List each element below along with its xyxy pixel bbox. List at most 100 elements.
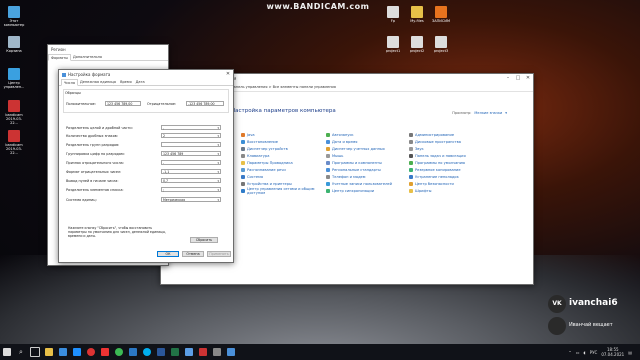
leading-zero-select[interactable]: 0,7 ▾ <box>161 178 221 183</box>
row-label: Система единиц: <box>66 198 97 202</box>
reset-button[interactable]: Сбросить <box>190 237 218 243</box>
notifications-icon[interactable]: ▤ <box>628 350 632 355</box>
cp-item[interactable]: Восстановление <box>241 138 319 145</box>
desktop-icon-my-files[interactable]: My-files <box>406 6 428 23</box>
search-button[interactable]: ⌕ <box>14 344 28 360</box>
chevron-down-icon: ▾ <box>217 152 219 156</box>
cp-item[interactable]: Дисковые пространства <box>409 138 509 145</box>
file-icon <box>387 6 399 18</box>
cp-item[interactable]: Центр управления сетями и общим доступом <box>241 187 319 195</box>
ok-button[interactable]: ОК <box>157 251 179 257</box>
default-programs-icon <box>409 160 413 165</box>
taskbar-app-chrome[interactable] <box>112 344 126 360</box>
cp-item[interactable]: Шрифты <box>409 187 509 194</box>
cp-item[interactable]: Резервное копирование <box>409 166 509 173</box>
cp-item[interactable]: Дата и время <box>326 138 406 145</box>
cp-item[interactable]: Центр безопасности <box>409 180 509 187</box>
desktop-icon-recycle-bin[interactable]: Корзина <box>3 36 25 53</box>
close-button[interactable]: ✕ <box>523 74 533 83</box>
cp-item[interactable]: Автозапуск <box>326 131 406 138</box>
chevron-up-icon[interactable]: ⌃ <box>568 350 571 355</box>
cancel-button[interactable]: Отмена <box>182 251 204 257</box>
desktop-icon-control-center[interactable]: Центр управлен... <box>3 68 25 89</box>
start-button[interactable] <box>0 344 14 360</box>
desktop-icon-fp[interactable]: Fp <box>382 6 404 23</box>
decimal-separator-select[interactable]: , ▾ <box>161 125 221 130</box>
cp-item[interactable]: Мышь <box>326 152 406 159</box>
taskbar-app-yandex[interactable] <box>98 344 112 360</box>
desktop-icon-bandicam-1[interactable]: bandicam 2019-03-22... <box>3 100 25 125</box>
taskbar-app-settings[interactable] <box>210 344 224 360</box>
decimal-digits-select[interactable]: 2 ▾ <box>161 133 221 138</box>
tab-time[interactable]: Время <box>118 79 134 85</box>
negative-format-select[interactable]: -1,1 ▾ <box>161 169 221 174</box>
apply-button[interactable]: Применить <box>207 251 231 257</box>
measurement-system-select[interactable]: Метрическая ▾ <box>161 197 221 202</box>
tab-numbers[interactable]: Числа <box>61 79 78 86</box>
view-value: Мелкие значки <box>474 111 503 115</box>
cp-item[interactable]: Программы и компоненты <box>326 159 406 166</box>
volume-icon[interactable]: ◖ <box>584 350 586 355</box>
maximize-button[interactable]: □ <box>513 74 523 83</box>
cp-item[interactable]: Клавиатура <box>241 152 319 159</box>
taskbar-app-opera[interactable] <box>84 344 98 360</box>
desktop-icon-project2[interactable]: project2 <box>406 36 428 53</box>
taskbar-app-store[interactable] <box>56 344 70 360</box>
cp-item[interactable]: Параметры Проводника <box>241 159 319 166</box>
desktop-icon-bandicam-2[interactable]: bandicam 2019-03-22... <box>3 130 25 155</box>
cp-item[interactable]: Центр синхронизации <box>326 187 406 194</box>
network-icon[interactable]: ▭ <box>576 350 580 355</box>
bandicam-watermark: www.BANDICAM.com <box>266 2 370 11</box>
taskbar-app-controlpanel[interactable] <box>224 344 238 360</box>
task-view-button[interactable] <box>28 344 42 360</box>
cp-item[interactable]: Учетные записи пользователей <box>326 180 406 187</box>
cp-item[interactable]: Региональные стандарты <box>326 166 406 173</box>
desktop-icon-label: Fp <box>390 19 396 23</box>
taskbar-app-photos[interactable] <box>182 344 196 360</box>
clock[interactable]: 18:55 07.04.2021 <box>601 347 624 357</box>
cp-item[interactable]: Распознавание речи <box>241 166 319 173</box>
desktop-icon-project3[interactable]: project3 <box>430 36 452 53</box>
taskbar-app-edge[interactable] <box>70 344 84 360</box>
cp-column-2: Автозапуск Дата и время Диспетчер учетны… <box>326 131 406 194</box>
task-view-icon <box>30 347 40 357</box>
tab-formats[interactable]: Форматы <box>48 54 71 61</box>
taskbar-app-mail[interactable] <box>126 344 140 360</box>
list-separator-select[interactable]: ; ▾ <box>161 187 221 192</box>
language-indicator[interactable]: РУС <box>590 350 598 355</box>
desktop-icon-label: Этот компьютер <box>3 19 25 27</box>
tab-date[interactable]: Дата <box>134 79 147 85</box>
excel-icon <box>171 348 179 356</box>
cp-item[interactable]: Телефон и модем <box>326 173 406 180</box>
cp-item[interactable]: Программы по умолчанию <box>409 159 509 166</box>
taskbar-app-word[interactable] <box>154 344 168 360</box>
negative-sign-select[interactable]: - ▾ <box>161 160 221 165</box>
taskbar-app-skype[interactable] <box>140 344 154 360</box>
view-selector[interactable]: Просмотр: Мелкие значки ▾ <box>452 111 507 115</box>
cp-item[interactable]: Администрирование <box>409 131 509 138</box>
cp-item[interactable]: Диспетчер устройств <box>241 145 319 152</box>
tab-additional[interactable]: Дополнительно <box>71 54 104 60</box>
taskbar-app-excel[interactable] <box>168 344 182 360</box>
system-icon <box>241 174 245 179</box>
group-separator-select[interactable]: ▾ <box>161 142 221 147</box>
taskbar-app-bandicam[interactable] <box>196 344 210 360</box>
video-file-icon <box>8 130 20 142</box>
cp-item[interactable]: Устранение неполадок <box>409 173 509 180</box>
cp-item[interactable]: Панель задач и навигация <box>409 152 509 159</box>
digit-grouping-select[interactable]: 123 456 789 ▾ <box>161 151 221 156</box>
cp-item[interactable]: Диспетчер учетных данных <box>326 145 406 152</box>
control-panel-icon <box>227 348 235 356</box>
taskbar-app-explorer[interactable] <box>42 344 56 360</box>
chevron-down-icon: ▾ <box>217 188 219 192</box>
tab-currency[interactable]: Денежная единица <box>78 79 118 85</box>
desktop-icon-project1[interactable]: project1 <box>382 36 404 53</box>
cp-item[interactable]: Java <box>241 131 319 138</box>
folder-icon <box>411 6 423 18</box>
desktop-icon-zapisim[interactable]: ЗАПИСИМ <box>430 6 452 23</box>
cp-item[interactable]: Система <box>241 173 319 180</box>
desktop-icon-this-pc[interactable]: Этот компьютер <box>3 6 25 27</box>
close-button[interactable]: ✕ <box>223 70 233 79</box>
minimize-button[interactable]: – <box>503 74 513 83</box>
cp-item[interactable]: Звук <box>409 145 509 152</box>
